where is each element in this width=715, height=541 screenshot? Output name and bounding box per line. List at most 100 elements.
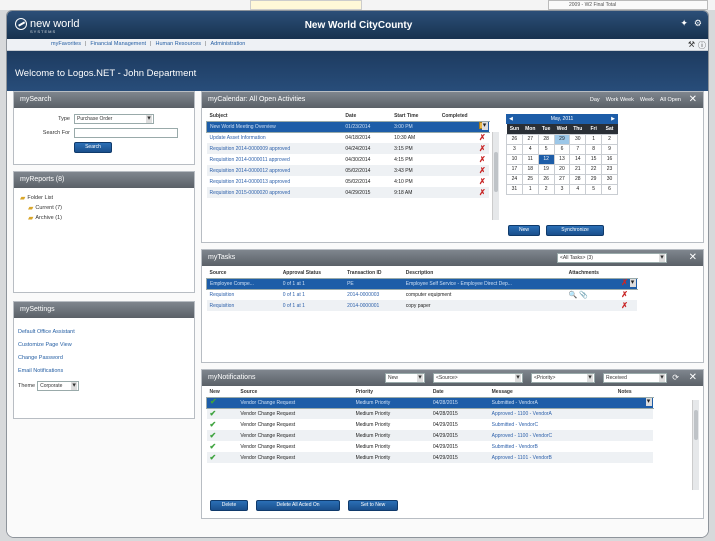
calendar-month[interactable]: May, 2011 (551, 116, 574, 122)
delete-icon[interactable]: ✗ (479, 188, 486, 197)
calendar-day[interactable]: 2 (537, 183, 555, 195)
calendar-day[interactable]: 29 (553, 133, 571, 145)
calendar-day[interactable]: 24 (506, 173, 523, 185)
calendar-day[interactable]: 7 (569, 143, 587, 155)
activity-row[interactable]: Requisition 2014-0000011 approved 04/30/2… (207, 154, 490, 165)
calendar-day[interactable]: 27 (553, 173, 571, 185)
tools-icon[interactable]: ⚒ (688, 40, 695, 51)
delete-icon[interactable]: ✗ (479, 166, 486, 175)
search-button[interactable]: Search (74, 142, 112, 153)
filter-source-select[interactable]: <Source> (433, 373, 523, 383)
delete-icon[interactable]: ✗ (621, 290, 628, 299)
calendar-day[interactable]: 2 (601, 133, 618, 145)
notification-row[interactable]: ✔ Vendor Change Request Medium Priority 04/… (206, 408, 654, 419)
new-activity-button[interactable]: New (508, 225, 540, 236)
close-icon[interactable]: ✕ (689, 250, 697, 266)
calendar-day[interactable]: 6 (553, 143, 571, 155)
calendar-day[interactable]: 15 (585, 153, 603, 165)
calendar-day[interactable]: 12 (537, 153, 555, 165)
delete-icon[interactable]: ✗ (479, 177, 486, 186)
activity-row[interactable]: Update Asset Information 04/18/2014 10:30 … (207, 132, 490, 143)
notification-row[interactable]: ✔ Vendor Change Request Medium Priority 04/… (206, 397, 654, 408)
reminder-icon[interactable] (478, 121, 486, 129)
notification-row[interactable]: ✔ Vendor Change Request Medium Priority 04/… (207, 419, 654, 430)
notification-row[interactable]: ✔ Vendor Change Request Medium Priority 04/… (206, 430, 654, 441)
view-work-week-button[interactable]: Work Week (606, 92, 634, 108)
close-icon[interactable]: ✕ (689, 92, 697, 108)
task-row[interactable]: Requisition 0 of 1 at 1 2014-0000003 comput… (207, 289, 638, 300)
delete-icon[interactable]: ✗ (479, 133, 486, 142)
nav-link-financial[interactable]: Financial Management (90, 41, 146, 47)
search-type-select[interactable]: Purchase Order (74, 114, 154, 124)
calendar-day[interactable]: 29 (585, 173, 603, 185)
filter-priority-select[interactable]: <Priority> (531, 373, 595, 383)
delete-button[interactable]: Delete (210, 500, 248, 511)
delete-icon[interactable]: ✗ (479, 155, 486, 164)
nav-link-hr[interactable]: Human Resources (155, 41, 201, 47)
delete-all-acted-on-button[interactable]: Delete All Acted On (256, 500, 340, 511)
view-all-open-button[interactable]: All Open (660, 92, 681, 108)
calendar-day[interactable]: 5 (537, 143, 555, 155)
delete-icon[interactable]: ✗ (621, 278, 628, 287)
calendar-day[interactable]: 13 (553, 153, 571, 165)
close-icon[interactable]: ✕ (689, 370, 697, 386)
calendar-day[interactable]: 16 (601, 153, 618, 165)
calendar-day[interactable]: 6 (601, 183, 618, 195)
settings-link-email-notifications[interactable]: Email Notifications (18, 365, 194, 378)
calendar-day[interactable]: 4 (521, 143, 539, 155)
calendar-day[interactable]: 26 (506, 133, 523, 145)
calendar-day[interactable]: 10 (506, 153, 523, 165)
task-row[interactable]: Requisition 0 of 1 at 1 2014-0000001 copy p… (206, 300, 638, 311)
calendar-day[interactable]: 1 (585, 133, 603, 145)
calendar-day[interactable]: 26 (537, 173, 555, 185)
filter-new-select[interactable]: New (385, 373, 425, 383)
calendar-day[interactable]: 11 (521, 153, 539, 165)
pin-icon[interactable]: ✦ (680, 18, 688, 29)
refresh-icon[interactable]: ⟳ (672, 370, 679, 386)
theme-select[interactable]: Corporate (37, 381, 80, 391)
calendar-day[interactable]: 23 (601, 163, 618, 175)
folder-list-label[interactable]: Folder List (27, 195, 53, 201)
activity-row[interactable]: Requisition 2014-0000009 approved 04/24/2… (206, 143, 490, 154)
calendar-day[interactable]: 30 (601, 173, 618, 185)
notifications-scrollbar[interactable] (692, 400, 699, 490)
delete-icon[interactable]: ✗ (621, 301, 628, 310)
activity-row[interactable]: New World Meeting Overview 01/23/2014 3:00… (206, 121, 490, 132)
calendar-day[interactable]: 30 (569, 133, 587, 145)
synchronize-button[interactable]: Synchronize (546, 225, 604, 236)
task-row[interactable]: Employee Compe... 0 of 1 at 1 PE Employee S… (206, 278, 638, 289)
calendar-day[interactable]: 5 (585, 183, 603, 195)
calendar-day[interactable]: 14 (569, 153, 587, 165)
report-folder-current[interactable]: Current (7) (35, 205, 62, 211)
help-icon[interactable]: ⓘ (698, 40, 706, 51)
activity-row[interactable]: Requisition 2014-0000013 approved 05/02/2… (207, 176, 490, 187)
calendar-day[interactable]: 18 (521, 163, 539, 175)
calendar-day[interactable]: 19 (537, 163, 555, 175)
activity-row[interactable]: Requisition 2014-0000012 approved 05/02/2… (206, 165, 490, 176)
calendar-day[interactable]: 3 (553, 183, 571, 195)
calendar-day[interactable]: 1 (521, 183, 539, 195)
settings-link-change-password[interactable]: Change Password (18, 352, 194, 365)
calendar-day[interactable]: 17 (506, 163, 523, 175)
search-for-input[interactable] (74, 128, 178, 138)
attachment-icon[interactable]: 🔍 📎 (569, 292, 588, 299)
calendar-day[interactable]: 28 (537, 133, 555, 145)
notification-row[interactable]: ✔ Vendor Change Request Medium Priority 04/… (207, 441, 654, 452)
calendar-day[interactable]: 27 (521, 133, 539, 145)
calendar-day[interactable]: 22 (585, 163, 603, 175)
calendar-day[interactable]: 4 (569, 183, 587, 195)
activity-row[interactable]: Requisition 2015-0000020 approved 04/29/2… (206, 187, 490, 198)
filter-received-select[interactable]: Received (603, 373, 667, 383)
view-week-button[interactable]: Week (640, 92, 654, 108)
nav-link-admin[interactable]: Administration (210, 41, 245, 47)
notification-row[interactable]: ✔ Vendor Change Request Medium Priority 04/… (206, 452, 654, 463)
nav-link-favorites[interactable]: myFavorites (51, 41, 81, 47)
calendar-day[interactable]: 21 (569, 163, 587, 175)
next-month-icon[interactable]: ▶ (611, 114, 615, 124)
prev-month-icon[interactable]: ◀ (509, 114, 513, 124)
calendar-day[interactable]: 31 (506, 183, 523, 195)
calendar-day[interactable]: 20 (553, 163, 571, 175)
calendar-day[interactable]: 25 (521, 173, 539, 185)
delete-icon[interactable]: ✗ (479, 144, 486, 153)
calendar-day[interactable]: 8 (585, 143, 603, 155)
